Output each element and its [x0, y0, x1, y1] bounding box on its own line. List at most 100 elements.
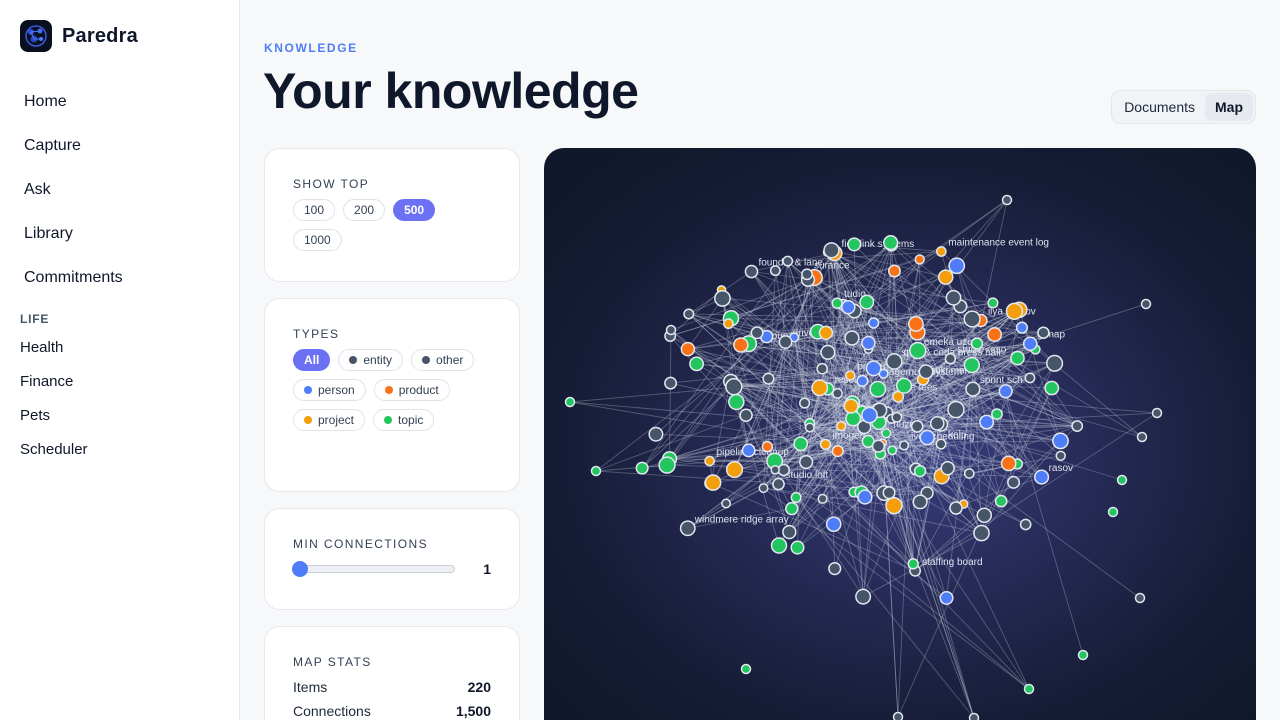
graph-node[interactable]	[994, 494, 1008, 508]
graph-node[interactable]	[770, 464, 780, 475]
type-filter-topic[interactable]: topic	[373, 409, 435, 431]
map-view-button[interactable]: Map	[1205, 93, 1253, 121]
graph-node[interactable]	[1019, 518, 1032, 531]
graph-node[interactable]	[973, 524, 990, 542]
graph-node[interactable]	[828, 561, 842, 576]
graph-node[interactable]	[841, 299, 856, 315]
graph-node[interactable]	[728, 393, 745, 411]
graph-node[interactable]	[929, 416, 945, 431]
graph-node[interactable]	[885, 496, 903, 515]
graph-node[interactable]	[714, 289, 731, 307]
graph-node[interactable]	[704, 455, 715, 467]
graph-node[interactable]	[818, 325, 834, 340]
graph-node[interactable]	[844, 330, 860, 346]
graph-node[interactable]	[910, 420, 924, 433]
graph-node[interactable]	[741, 443, 756, 458]
graph-node[interactable]	[881, 428, 892, 439]
type-filter-product[interactable]: product	[373, 379, 450, 401]
graph-node[interactable]	[885, 353, 903, 370]
graph-node[interactable]	[919, 429, 936, 446]
graph-node[interactable]	[1015, 321, 1029, 334]
graph-node[interactable]	[887, 445, 898, 456]
graph-node[interactable]	[725, 460, 744, 479]
graph-node[interactable]	[861, 406, 878, 424]
graph-node[interactable]	[733, 337, 749, 353]
graph-node[interactable]	[1022, 336, 1038, 352]
graph-node[interactable]	[820, 344, 836, 360]
graph-node[interactable]	[907, 316, 924, 332]
graph-node[interactable]	[918, 364, 934, 380]
graph-node[interactable]	[1024, 372, 1036, 384]
graph-node[interactable]	[963, 468, 975, 479]
graph-node[interactable]	[790, 540, 805, 555]
graph-node[interactable]	[939, 590, 954, 605]
graph-node[interactable]	[887, 264, 901, 278]
graph-node[interactable]	[869, 380, 887, 398]
nav-item-pets[interactable]: Pets	[20, 404, 88, 438]
graph-node[interactable]	[769, 265, 781, 277]
graph-node[interactable]	[799, 397, 811, 409]
graph-node[interactable]	[1046, 354, 1064, 372]
graph-node[interactable]	[823, 242, 840, 259]
graph-node[interactable]	[1037, 326, 1050, 339]
graph-node[interactable]	[892, 711, 904, 720]
graph-node[interactable]	[987, 297, 999, 309]
graph-node[interactable]	[739, 408, 753, 423]
graph-node[interactable]	[895, 377, 913, 394]
nav-item-finance[interactable]: Finance	[20, 370, 88, 404]
graph-node[interactable]	[861, 335, 876, 351]
graph-node[interactable]	[857, 489, 873, 505]
type-filter-other[interactable]: other	[411, 349, 475, 371]
graph-node[interactable]	[804, 422, 815, 433]
graph-node[interactable]	[793, 436, 809, 452]
min-connections-slider[interactable]	[292, 561, 455, 577]
graph-node[interactable]	[945, 289, 962, 306]
graph-node[interactable]	[799, 454, 814, 470]
graph-node[interactable]	[1140, 298, 1152, 310]
graph-node[interactable]	[648, 426, 664, 442]
graph-node[interactable]	[843, 398, 859, 414]
graph-node[interactable]	[968, 712, 980, 720]
graph-node[interactable]	[1136, 431, 1148, 443]
graph-node[interactable]	[965, 381, 981, 397]
graph-node[interactable]	[1134, 592, 1146, 604]
graph-node[interactable]	[847, 237, 862, 252]
graph-node[interactable]	[825, 516, 842, 533]
type-filter-project[interactable]: project	[293, 409, 366, 431]
nav-item-library[interactable]: Library	[12, 212, 228, 256]
graph-node[interactable]	[665, 324, 677, 336]
graph-node[interactable]	[970, 337, 984, 350]
graph-node[interactable]	[1116, 474, 1128, 486]
type-filter-all[interactable]: All	[293, 349, 331, 371]
nav-item-commitments[interactable]: Commitments	[12, 256, 228, 300]
type-filter-entity[interactable]: entity	[338, 349, 404, 371]
graph-node[interactable]	[831, 444, 844, 458]
documents-view-button[interactable]: Documents	[1114, 93, 1205, 121]
graph-node[interactable]	[913, 464, 927, 478]
graph-node[interactable]	[744, 264, 759, 279]
graph-node[interactable]	[935, 438, 947, 450]
nav-item-scheduler[interactable]: Scheduler	[20, 438, 88, 472]
nav-item-health[interactable]: Health	[20, 336, 88, 370]
graph-node[interactable]	[882, 486, 896, 500]
graph-node[interactable]	[832, 387, 843, 399]
graph-node[interactable]	[817, 493, 828, 504]
graph-node[interactable]	[1077, 649, 1089, 661]
graph-node[interactable]	[1000, 455, 1017, 472]
graph-node[interactable]	[1034, 469, 1050, 485]
graph-node[interactable]	[949, 501, 963, 515]
graph-node[interactable]	[664, 376, 678, 390]
show-top-option-500[interactable]: 500	[393, 199, 436, 221]
show-top-option-200[interactable]: 200	[343, 199, 386, 221]
graph-node[interactable]	[1107, 506, 1119, 518]
graph-node[interactable]	[721, 498, 732, 509]
graph-node[interactable]	[1044, 380, 1060, 396]
graph-node[interactable]	[1151, 407, 1163, 419]
graph-node[interactable]	[948, 257, 966, 275]
graph-node[interactable]	[947, 400, 965, 419]
graph-node[interactable]	[899, 440, 910, 451]
graph-node[interactable]	[683, 308, 695, 320]
graph-node[interactable]	[831, 297, 843, 309]
graph-node[interactable]	[658, 456, 676, 474]
graph-node[interactable]	[770, 537, 788, 554]
